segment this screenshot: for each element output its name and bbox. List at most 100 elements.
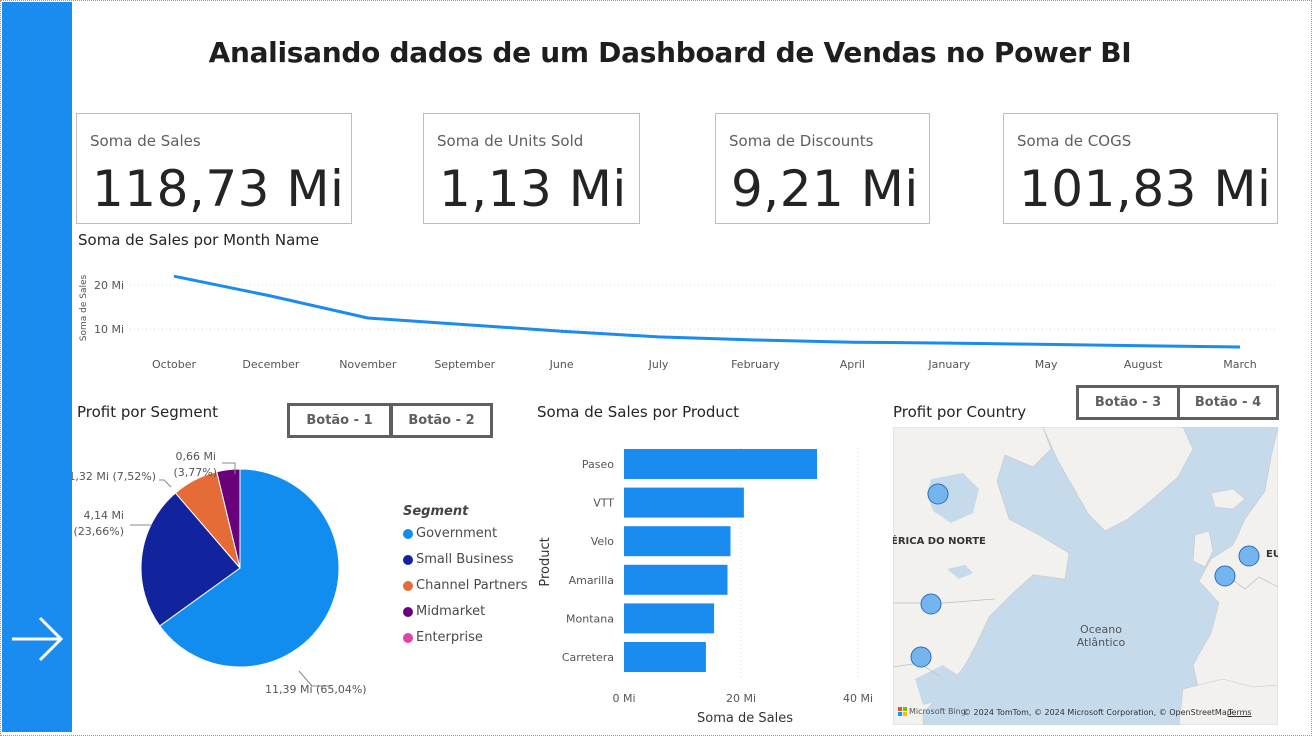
x-tick-label: September — [434, 358, 495, 371]
kpi-value: 9,21 Mi — [731, 160, 919, 218]
line-series: October December November September June July… — [152, 274, 1257, 371]
y-tick-label: 10 Mi — [94, 323, 124, 336]
landmass-greenland — [1042, 427, 1194, 532]
legend-item-channel-partners[interactable]: Channel Partners — [403, 578, 528, 593]
map-copyright: © 2024 TomTom, © 2024 Microsoft Corporat… — [963, 708, 1232, 717]
data-label: (3,77%) — [173, 466, 217, 479]
legend-label: Small Business — [416, 552, 514, 567]
legend-swatch — [403, 528, 413, 539]
y-tick-label: Velo — [591, 535, 614, 548]
data-label: 1,32 Mi (7,52%) — [72, 470, 156, 483]
bar-series: Paseo VTT Velo Amarilla Montana Carretera — [562, 449, 817, 672]
navigation-sidebar — [2, 2, 72, 732]
map-bubble-france[interactable] — [1214, 565, 1236, 587]
x-tick-label: November — [339, 358, 397, 371]
x-tick-label: 0 Mi — [612, 692, 635, 705]
pie-slices — [140, 468, 340, 668]
x-tick-label: February — [731, 358, 780, 371]
kpi-label: Soma de COGS — [1017, 132, 1132, 150]
kpi-value: 118,73 Mi — [92, 160, 345, 218]
kpi-card-discounts[interactable]: Soma de Discounts 9,21 Mi — [715, 113, 930, 224]
x-tick-label: June — [549, 358, 574, 371]
legend-item-midmarket[interactable]: Midmarket — [403, 604, 485, 619]
bar-montana[interactable] — [624, 603, 715, 634]
map-terms-link[interactable]: Terms — [1228, 708, 1252, 717]
legend-swatch — [403, 554, 413, 565]
data-label: 0,66 Mi — [175, 450, 216, 463]
map-label-north-america: ÉRICA DO NORTE — [893, 534, 986, 547]
y-tick-label: Carretera — [562, 651, 614, 664]
landmass-africa — [1178, 678, 1278, 725]
data-label: (23,66%) — [73, 525, 124, 538]
map-title: Profit por Country — [893, 403, 1027, 421]
legend-label: Channel Partners — [416, 578, 528, 593]
button-4[interactable]: Botão - 4 — [1177, 385, 1279, 420]
line-chart-title: Soma de Sales por Month Name — [78, 231, 320, 249]
line-series-path[interactable] — [173, 274, 1241, 349]
y-axis-label: Soma de Sales — [79, 274, 89, 341]
y-tick-label: Paseo — [582, 458, 614, 471]
map-label-ocean: Atlântico — [1077, 636, 1126, 649]
map-visual[interactable]: ÉRICA DO NORTE Oceano Atlântico EU Micro… — [893, 427, 1278, 725]
x-tick-label: July — [648, 358, 669, 371]
bing-logo: Microsoft Bing — [898, 707, 966, 716]
kpi-label: Soma de Discounts — [729, 132, 874, 150]
legend-swatch — [403, 580, 413, 591]
legend-item-government[interactable]: Government — [403, 526, 497, 541]
button-1[interactable]: Botão - 1 — [287, 403, 392, 438]
x-tick-label: 40 Mi — [843, 692, 873, 705]
bar-chart-title: Soma de Sales por Product — [537, 403, 740, 421]
legend-swatch — [403, 632, 413, 643]
x-tick-label: May — [1035, 358, 1058, 371]
bar-chart[interactable]: Product 0 Mi 20 Mi 40 Mi Soma de Sales P… — [535, 440, 890, 730]
x-tick-label: 20 Mi — [726, 692, 756, 705]
page-title: Analisando dados de um Dashboard de Vend… — [208, 36, 1132, 69]
legend-label: Midmarket — [416, 604, 486, 619]
legend-title: Segment — [403, 504, 469, 519]
kpi-value: 101,83 Mi — [1019, 160, 1272, 218]
kpi-label: Soma de Units Sold — [437, 132, 584, 150]
pie-chart[interactable]: 11,39 Mi (65,04%) 4,14 Mi (23,66%) 1,32 … — [72, 445, 402, 707]
data-label: 4,14 Mi — [83, 509, 124, 522]
bar-vtt[interactable] — [624, 487, 744, 518]
map-bubble-mexico[interactable] — [910, 646, 932, 668]
x-tick-label: April — [840, 358, 865, 371]
kpi-card-cogs[interactable]: Soma de COGS 101,83 Mi — [1003, 113, 1278, 224]
x-tick-label: December — [242, 358, 300, 371]
button-3[interactable]: Botão - 3 — [1076, 385, 1180, 420]
map-bubble-canada[interactable] — [927, 483, 949, 505]
legend-label: Government — [416, 526, 498, 541]
x-tick-label: March — [1223, 358, 1257, 371]
kpi-card-sales[interactable]: Soma de Sales 118,73 Mi — [76, 113, 352, 224]
legend-swatch — [403, 606, 413, 617]
map-bubble-usa[interactable] — [920, 593, 942, 615]
map-label-europe: EU — [1266, 549, 1278, 560]
pie-chart-title: Profit por Segment — [77, 403, 219, 421]
map-bubble-germany[interactable] — [1238, 545, 1260, 567]
map-basemap: ÉRICA DO NORTE Oceano Atlântico EU — [893, 427, 1278, 725]
x-axis-label: Soma de Sales — [697, 711, 793, 726]
bar-paseo[interactable] — [624, 449, 817, 479]
x-tick-label: January — [927, 358, 970, 371]
landmass-iceland — [1210, 488, 1246, 510]
legend-label: Enterprise — [416, 630, 483, 645]
bar-velo[interactable] — [624, 526, 731, 557]
y-tick-label: Amarilla — [569, 574, 614, 587]
leader-line — [159, 479, 172, 488]
legend-item-small-business[interactable]: Small Business — [403, 552, 514, 567]
bar-amarilla[interactable] — [624, 564, 728, 595]
microsoft-logo-icon — [898, 707, 907, 716]
kpi-value: 1,13 Mi — [439, 160, 627, 218]
bar-carretera[interactable] — [624, 642, 706, 672]
line-chart[interactable]: Soma de Sales 20 Mi 10 Mi October Decembe… — [72, 250, 1282, 378]
y-axis-label: Product — [538, 537, 553, 586]
kpi-card-units-sold[interactable]: Soma de Units Sold 1,13 Mi — [423, 113, 640, 224]
x-tick-label: August — [1124, 358, 1163, 371]
y-tick-label: 20 Mi — [94, 279, 124, 292]
arrow-right-icon[interactable] — [10, 614, 66, 664]
data-label: 11,39 Mi (65,04%) — [265, 683, 367, 696]
x-tick-label: October — [152, 358, 196, 371]
button-2[interactable]: Botão - 2 — [390, 403, 493, 438]
legend-item-enterprise[interactable]: Enterprise — [403, 630, 483, 645]
bing-logo-text: Microsoft Bing — [909, 707, 966, 716]
